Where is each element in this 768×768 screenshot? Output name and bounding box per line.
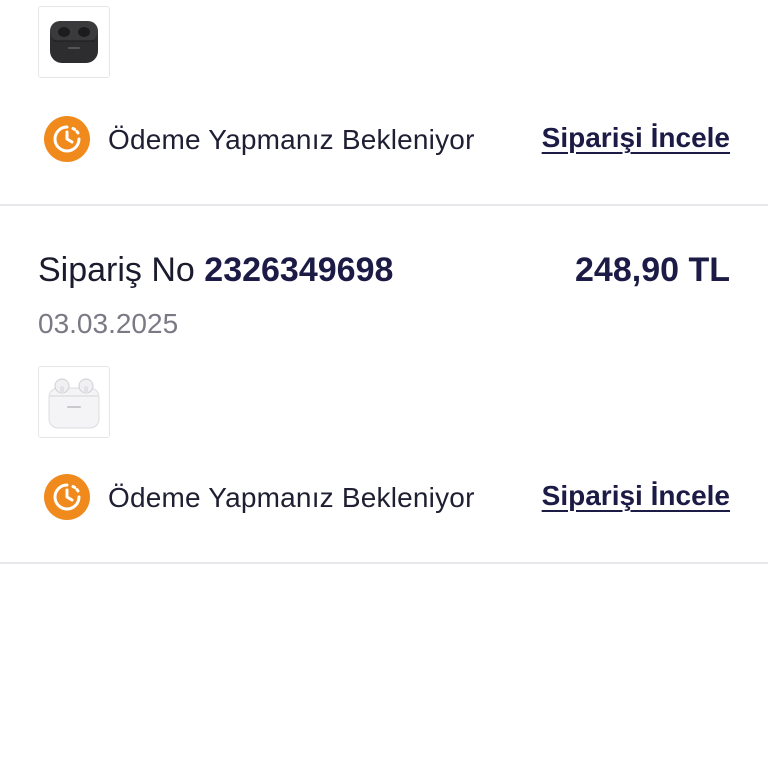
clock-icon [44, 474, 90, 520]
order-status-row: Ödeme Yapmanız Bekleniyor Siparişi İncel… [44, 474, 730, 522]
white-earbuds-case-icon [48, 378, 100, 429]
review-order-link[interactable]: Siparişi İncele [542, 120, 730, 156]
order-list-screen: Ödeme Yapmanız Bekleniyor Siparişi İncel… [0, 0, 768, 768]
order-header: Sipariş No 2326349698 248,90 TL [38, 248, 730, 292]
clock-icon [44, 116, 90, 162]
order-divider [0, 204, 768, 206]
order-status-text: Ödeme Yapmanız Bekleniyor [108, 124, 475, 155]
review-order-link[interactable]: Siparişi İncele [542, 478, 730, 514]
order-status-text: Ödeme Yapmanız Bekleniyor [108, 482, 475, 513]
order-date: 03.03.2025 [38, 308, 179, 339]
order-label-text: Sipariş No [38, 251, 195, 289]
order-number-label: Sipariş No 2326349698 [38, 248, 393, 292]
product-thumbnail-white-earbuds[interactable] [38, 366, 110, 438]
order-divider [0, 562, 768, 564]
order-total: 248,90 TL [575, 251, 730, 289]
order-status-row: Ödeme Yapmanız Bekleniyor Siparişi İncel… [44, 116, 730, 164]
order-number: 2326349698 [204, 251, 394, 289]
black-earbuds-case-icon [50, 21, 98, 63]
product-thumbnail-black-earbuds[interactable] [38, 6, 110, 78]
